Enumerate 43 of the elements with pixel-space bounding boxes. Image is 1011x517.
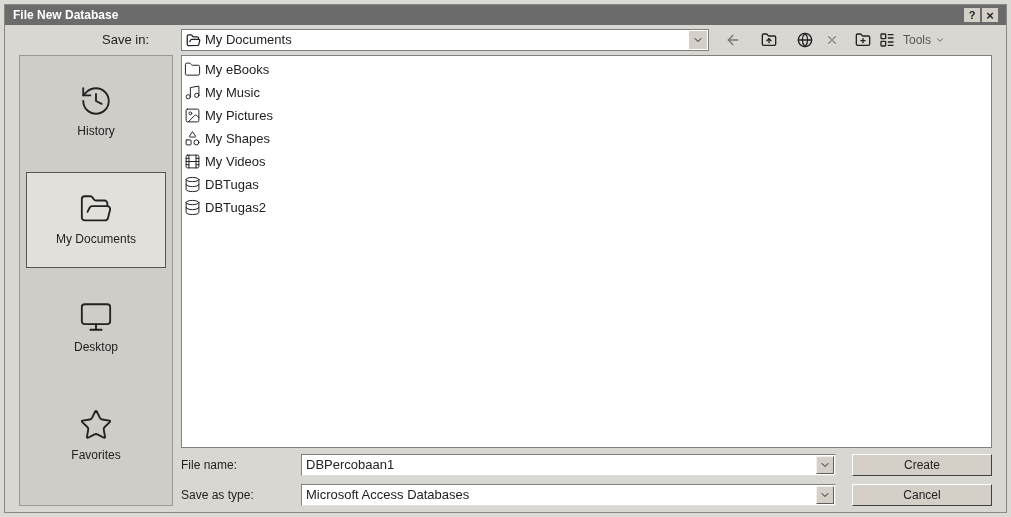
file-item[interactable]: My eBooks xyxy=(184,58,274,81)
save-as-type-dropdown[interactable]: Microsoft Access Databases xyxy=(301,484,836,506)
monitor-icon xyxy=(79,300,113,334)
folder-icon xyxy=(186,32,201,48)
music-note-icon xyxy=(184,84,201,101)
file-item[interactable]: DBTugas2 xyxy=(184,196,270,219)
field-value: Microsoft Access Databases xyxy=(305,486,471,505)
location-dropdown[interactable]: My Documents xyxy=(181,29,709,51)
up-folder-icon[interactable] xyxy=(761,32,777,48)
save-in-label: Save in: xyxy=(101,31,150,50)
location-text: My Documents xyxy=(205,31,293,50)
database-icon xyxy=(184,199,201,216)
back-icon[interactable] xyxy=(725,32,741,48)
file-item[interactable]: My Music xyxy=(184,81,264,104)
window-title: File New Database xyxy=(13,7,120,24)
file-item[interactable]: My Shapes xyxy=(184,127,275,150)
places-item[interactable]: My Documents xyxy=(26,172,166,268)
caret-icon xyxy=(935,35,945,45)
file-name-field[interactable]: DBPercobaan1 xyxy=(301,454,836,476)
file-item[interactable]: DBTugas xyxy=(184,173,263,196)
dialog-button[interactable]: Create xyxy=(852,454,992,476)
clock-icon xyxy=(79,84,113,118)
file-item[interactable]: My Videos xyxy=(184,150,270,173)
field-value: DBPercobaan1 xyxy=(305,456,396,475)
views-icon[interactable] xyxy=(879,32,895,48)
folder-icon xyxy=(184,61,201,78)
globe-icon[interactable] xyxy=(797,32,813,48)
image-icon xyxy=(184,107,201,124)
new-folder-icon[interactable] xyxy=(855,32,871,48)
dialog-button[interactable]: Cancel xyxy=(852,484,992,506)
places-item[interactable]: Desktop xyxy=(26,280,166,376)
close-button[interactable]: × xyxy=(982,8,998,22)
star-icon xyxy=(79,408,113,442)
tools-menu-button[interactable]: Tools xyxy=(903,31,945,49)
file-item[interactable]: My Pictures xyxy=(184,104,277,127)
save-as-type-label: Save as type: xyxy=(181,487,255,504)
places-item[interactable]: Favorites xyxy=(26,388,166,484)
places-item[interactable]: History xyxy=(26,64,166,160)
help-button[interactable]: ? xyxy=(964,8,980,22)
shapes-icon xyxy=(184,130,201,147)
film-icon xyxy=(184,153,201,170)
database-icon xyxy=(184,176,201,193)
file-name-label: File name: xyxy=(181,457,239,474)
